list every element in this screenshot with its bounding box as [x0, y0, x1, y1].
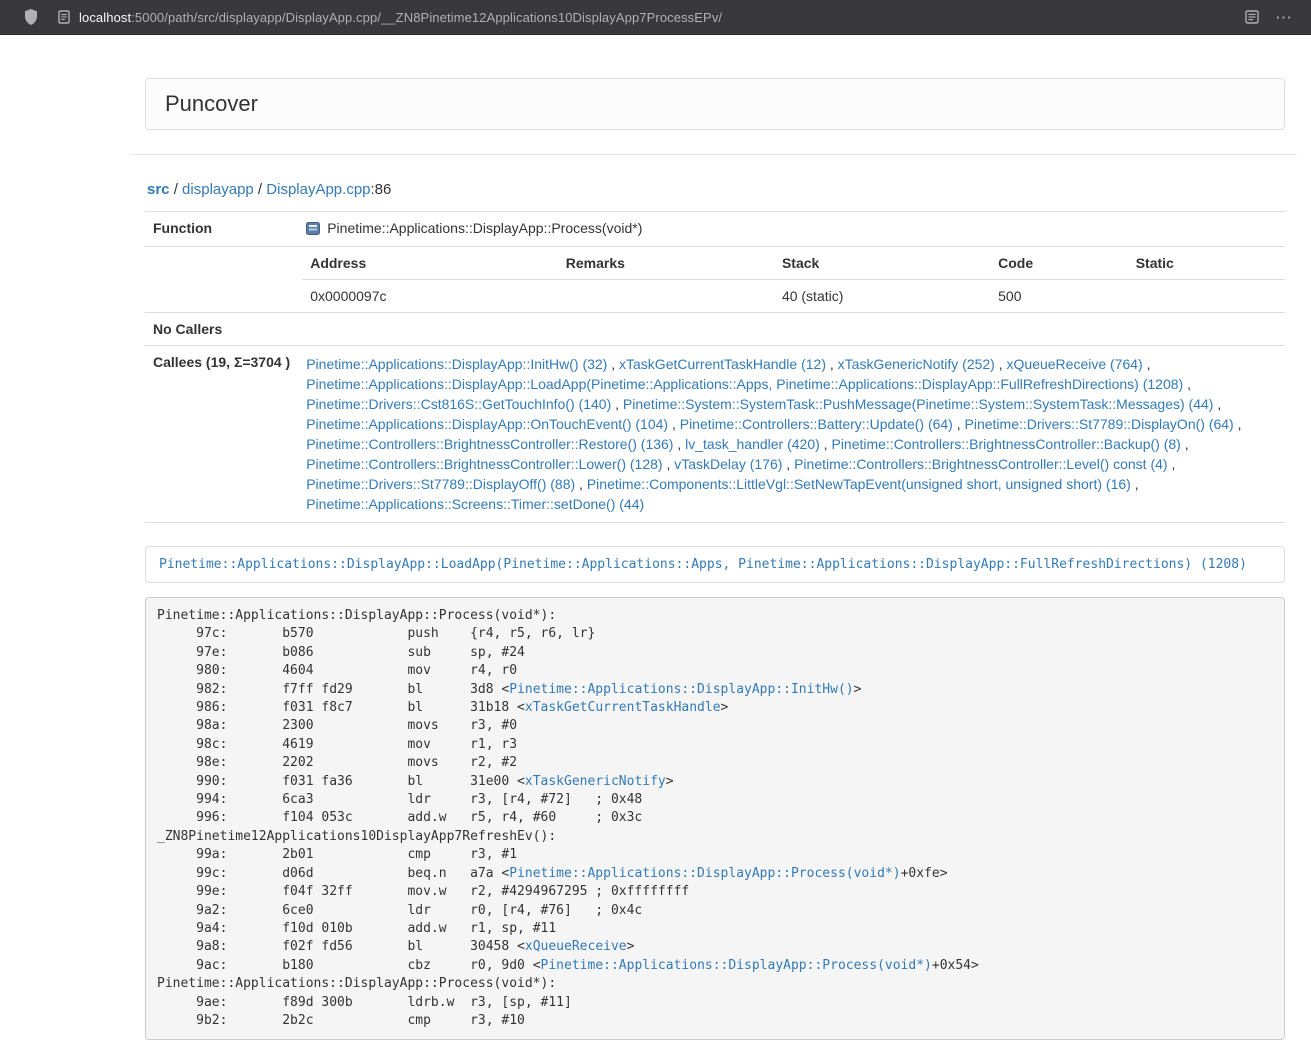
callee-link[interactable]: vTaskDelay (176) — [674, 456, 782, 472]
callee-link[interactable]: Pinetime::Components::LittleVgl::SetNewT… — [587, 476, 1131, 492]
breadcrumb-src-link[interactable]: src — [147, 181, 170, 198]
callee-link[interactable]: Pinetime::Drivers::St7789::DisplayOff() … — [306, 476, 575, 492]
url-path: :5000/path/src/displayapp/DisplayApp.cpp… — [131, 10, 722, 25]
asm-symbol-link[interactable]: xTaskGetCurrentTaskHandle — [525, 700, 721, 715]
selected-callee-link[interactable]: Pinetime::Applications::DisplayApp::Load… — [159, 557, 1247, 572]
reader-view-icon[interactable] — [1245, 10, 1259, 24]
callee-separator: , — [1131, 476, 1139, 492]
column-static: Static — [1128, 247, 1285, 280]
page-content: Puncover src / displayapp / DisplayApp.c… — [131, 78, 1297, 1040]
asm-symbol-link[interactable]: Pinetime::Applications::DisplayApp::Proc… — [509, 866, 900, 881]
callee-link[interactable]: Pinetime::Drivers::Cst816S::GetTouchInfo… — [306, 396, 611, 412]
callee-separator: , — [607, 356, 619, 372]
remarks-value — [558, 280, 774, 313]
site-title: Puncover — [165, 91, 258, 116]
selected-callee-box: Pinetime::Applications::DisplayApp::Load… — [145, 546, 1285, 583]
metrics-row-label — [145, 247, 298, 313]
shield-icon[interactable] — [24, 9, 38, 25]
callee-link[interactable]: Pinetime::Controllers::BrightnessControl… — [831, 436, 1180, 452]
callee-separator: , — [782, 456, 794, 472]
callee-separator: , — [826, 356, 838, 372]
callee-link[interactable]: xTaskGetCurrentTaskHandle (12) — [619, 356, 826, 372]
callee-link[interactable]: xQueueReceive (764) — [1007, 356, 1143, 372]
disassembly-block: Pinetime::Applications::DisplayApp::Proc… — [145, 597, 1285, 1040]
url-bar[interactable]: localhost:5000/path/src/displayapp/Displ… — [50, 4, 1235, 31]
breadcrumb: src / displayapp / DisplayApp.cpp:86 — [147, 181, 1283, 198]
browser-chrome: localhost:5000/path/src/displayapp/Displ… — [0, 0, 1311, 35]
callee-link[interactable]: Pinetime::Applications::Screens::Timer::… — [306, 496, 644, 512]
column-remarks: Remarks — [558, 247, 774, 280]
chrome-right-icons: ⋯ — [1245, 9, 1293, 26]
column-address: Address — [302, 247, 558, 280]
callee-link[interactable]: xTaskGenericNotify (252) — [838, 356, 995, 372]
code-value: 500 — [990, 280, 1128, 313]
function-icon — [306, 222, 320, 238]
page-icon — [58, 10, 70, 24]
callee-separator: , — [1168, 456, 1176, 472]
callee-link[interactable]: Pinetime::Applications::DisplayApp::OnTo… — [306, 416, 668, 432]
function-name: Pinetime::Applications::DisplayApp::Proc… — [327, 220, 642, 236]
column-stack: Stack — [774, 247, 990, 280]
stack-value: 40 (static) — [774, 280, 990, 313]
callee-link[interactable]: Pinetime::Controllers::BrightnessControl… — [794, 456, 1167, 472]
divider — [131, 154, 1297, 155]
callee-separator: , — [1234, 416, 1242, 432]
callee-link[interactable]: Pinetime::Applications::DisplayApp::Load… — [306, 376, 1183, 392]
breadcrumb-line-number: :86 — [371, 181, 392, 198]
callee-separator: , — [673, 436, 685, 452]
callee-separator: , — [995, 356, 1007, 372]
callees-row: Callees (19, Σ=3704 ) Pinetime::Applicat… — [145, 346, 1285, 523]
callee-separator: , — [953, 416, 965, 432]
callee-separator: , — [663, 456, 675, 472]
url-host: localhost — [79, 10, 131, 25]
callee-link[interactable]: Pinetime::Controllers::Battery::Update()… — [680, 416, 953, 432]
asm-symbol-link[interactable]: xQueueReceive — [525, 939, 627, 954]
metrics-table: Address Remarks Stack Code Static 0x0000… — [302, 247, 1285, 312]
callee-separator: , — [668, 416, 680, 432]
callee-link[interactable]: Pinetime::Applications::DisplayApp::Init… — [306, 356, 607, 372]
asm-symbol-link[interactable]: xTaskGenericNotify — [525, 774, 666, 789]
page-actions-menu-icon[interactable]: ⋯ — [1275, 9, 1293, 26]
breadcrumb-displayapp-link[interactable]: displayapp — [182, 181, 254, 198]
callee-link[interactable]: Pinetime::Drivers::St7789::DisplayOn() (… — [965, 416, 1234, 432]
callee-separator: , — [1181, 436, 1189, 452]
callee-separator: , — [611, 396, 623, 412]
address-value: 0x0000097c — [302, 280, 558, 313]
no-callers-row: No Callers — [145, 313, 1285, 346]
breadcrumb-separator: / — [170, 181, 183, 198]
function-label: Function — [145, 212, 298, 247]
callee-separator: , — [575, 476, 587, 492]
static-value — [1128, 280, 1285, 313]
no-callers-label: No Callers — [145, 313, 298, 346]
breadcrumb-separator: / — [254, 181, 267, 198]
callees-cell: Pinetime::Applications::DisplayApp::Init… — [298, 346, 1285, 523]
asm-symbol-link[interactable]: Pinetime::Applications::DisplayApp::Proc… — [541, 958, 932, 973]
callee-link[interactable]: Pinetime::Controllers::BrightnessControl… — [306, 436, 673, 452]
callee-link[interactable]: Pinetime::System::SystemTask::PushMessag… — [623, 396, 1214, 412]
url-text: localhost:5000/path/src/displayapp/Displ… — [79, 10, 722, 25]
site-header: Puncover — [145, 78, 1285, 130]
no-callers-cell — [298, 313, 1285, 346]
function-table: Function Pinetime::Applications::Display… — [145, 211, 1285, 523]
callee-separator: , — [1213, 396, 1221, 412]
metrics-header-row: Address Remarks Stack Code Static — [302, 247, 1285, 280]
breadcrumb-file-link[interactable]: DisplayApp.cpp — [266, 181, 370, 198]
callee-separator: , — [1183, 376, 1191, 392]
callee-separator: , — [1143, 356, 1151, 372]
callee-separator: , — [820, 436, 832, 452]
function-row: Function Pinetime::Applications::Display… — [145, 212, 1285, 247]
column-code: Code — [990, 247, 1128, 280]
callee-link[interactable]: lv_task_handler (420) — [685, 436, 820, 452]
callee-link[interactable]: Pinetime::Controllers::BrightnessControl… — [306, 456, 662, 472]
metrics-value-row: 0x0000097c 40 (static) 500 — [302, 280, 1285, 313]
asm-symbol-link[interactable]: Pinetime::Applications::DisplayApp::Init… — [509, 682, 853, 697]
metrics-row: Address Remarks Stack Code Static 0x0000… — [145, 247, 1285, 313]
callees-label: Callees (19, Σ=3704 ) — [145, 346, 298, 523]
